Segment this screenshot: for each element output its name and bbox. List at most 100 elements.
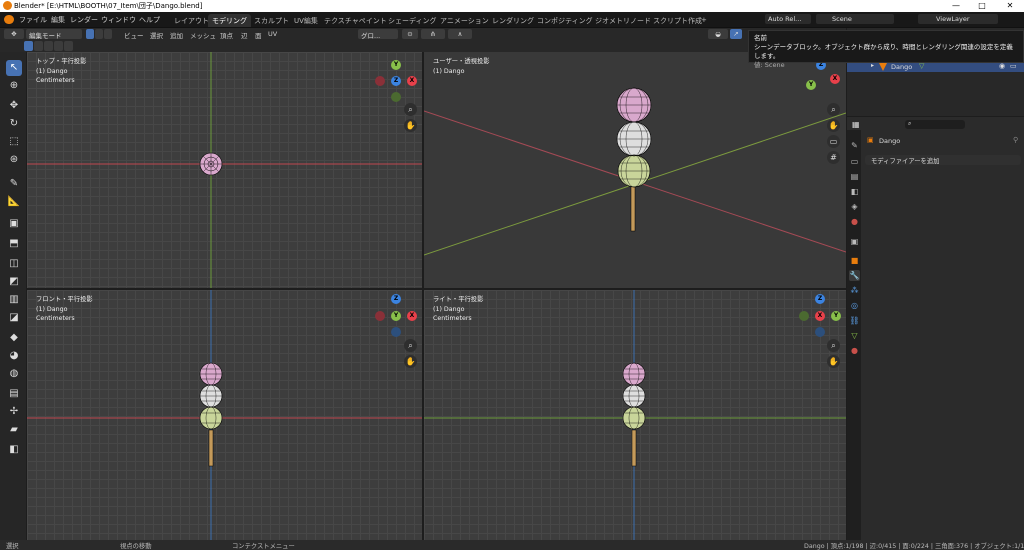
gizmo-neg-y[interactable] — [391, 92, 401, 102]
add-cube-tool-icon[interactable]: ▣ — [6, 216, 22, 232]
camera-icon[interactable]: ▭ — [827, 135, 840, 148]
world-tab-icon[interactable]: ● — [849, 216, 860, 227]
menu-file[interactable]: ファイル — [19, 15, 47, 25]
tab-compositing[interactable]: コンポジティング — [533, 14, 597, 27]
output-tab-icon[interactable]: ▤ — [849, 171, 860, 182]
pan-hand-icon[interactable]: ✋ — [404, 119, 417, 132]
gizmo-z-axis[interactable]: Z — [391, 294, 401, 304]
bevel-tool-icon[interactable]: ◩ — [6, 274, 22, 290]
tab-texture-paint[interactable]: テクスチャペイント — [320, 14, 391, 27]
pivot-icon[interactable]: ⊙ — [402, 29, 418, 39]
extrude-tool-icon[interactable]: ⬒ — [6, 236, 22, 252]
shrink-fatten-tool-icon[interactable]: ✢ — [6, 404, 22, 420]
gizmo-x-axis[interactable]: X — [815, 311, 825, 321]
collection-tab-icon[interactable]: ▣ — [849, 236, 860, 247]
select-menu[interactable]: 選択 — [150, 30, 163, 40]
menu-help[interactable]: ヘルプ — [139, 15, 160, 25]
menu-window[interactable]: ウィンドウ — [101, 15, 136, 25]
gizmo-neg-z[interactable] — [815, 327, 825, 337]
annotate-tool-icon[interactable]: ✎ — [6, 176, 22, 192]
proportional-edit-icon[interactable]: ∧ — [448, 29, 472, 39]
gizmo-y-axis[interactable]: Y — [391, 311, 401, 321]
tab-animation[interactable]: アニメーション — [436, 14, 493, 27]
rip-tool-icon[interactable]: ◧ — [6, 442, 22, 458]
material-tab-icon[interactable]: ● — [849, 345, 860, 356]
grid-icon[interactable]: # — [827, 151, 840, 164]
view-layer-tab-icon[interactable]: ◧ — [849, 186, 860, 197]
tool-tab-icon[interactable]: ✎ — [849, 140, 860, 151]
poly-build-tool-icon[interactable]: ◆ — [6, 330, 22, 346]
select-new-icon[interactable] — [24, 41, 33, 51]
view-layer-select[interactable]: ViewLayer — [918, 14, 998, 24]
pin-icon[interactable]: ⚲ — [1013, 136, 1018, 144]
gizmo-z-axis[interactable]: Z — [391, 76, 401, 86]
scene-tab-icon[interactable]: ◈ — [849, 201, 860, 212]
move-tool-icon[interactable]: ✥ — [6, 98, 22, 114]
zoom-icon[interactable]: ⌕ — [827, 339, 840, 352]
cursor-tool-icon[interactable]: ⊕ — [6, 78, 22, 94]
face-select-icon[interactable] — [104, 29, 112, 39]
particles-tab-icon[interactable]: ⁂ — [849, 285, 860, 296]
editor-type-icon[interactable]: ✥ — [4, 29, 24, 39]
measure-tool-icon[interactable]: 📐 — [6, 194, 22, 210]
face-menu[interactable]: 面 — [255, 30, 262, 40]
viewport-right[interactable]: ライト・平行投影 (1) Dango Centimeters Z X Y ⌕ ✋ — [424, 290, 846, 540]
pan-hand-icon[interactable]: ✋ — [404, 355, 417, 368]
select-box-tool-icon[interactable]: ↖ — [6, 60, 22, 76]
viewport-user[interactable]: ユーザー・透視投影 (1) Dango Z X Y ⌕ ✋ ▭ # — [424, 52, 846, 288]
tab-sculpt[interactable]: スカルプト — [250, 14, 293, 27]
close-button[interactable]: ✕ — [998, 0, 1022, 12]
edge-slide-tool-icon[interactable]: ▤ — [6, 386, 22, 402]
loop-cut-tool-icon[interactable]: ▥ — [6, 292, 22, 308]
pan-hand-icon[interactable]: ✋ — [827, 355, 840, 368]
zoom-icon[interactable]: ⌕ — [404, 339, 417, 352]
zoom-icon[interactable]: ⌕ — [404, 103, 417, 116]
tab-modeling[interactable]: モデリング — [208, 14, 251, 27]
scene-select[interactable]: Scene — [816, 14, 894, 24]
pan-hand-icon[interactable]: ✋ — [827, 119, 840, 132]
gizmo-y-axis[interactable]: Y — [831, 311, 841, 321]
blender-menu-icon[interactable] — [4, 15, 14, 24]
object-tab-icon[interactable]: ■ — [849, 255, 860, 266]
edge-select-icon[interactable] — [95, 29, 103, 39]
inset-tool-icon[interactable]: ◫ — [6, 256, 22, 272]
minimize-button[interactable]: — — [944, 0, 968, 12]
zoom-icon[interactable]: ⌕ — [827, 103, 840, 116]
nav-gizmo[interactable]: Z Y X — [374, 294, 418, 338]
transform-tool-icon[interactable]: ⊛ — [6, 152, 22, 168]
select-subtract-icon[interactable] — [44, 41, 53, 51]
dango-perspective-mesh[interactable] — [616, 87, 652, 232]
vertex-select-icon[interactable] — [86, 29, 94, 39]
tab-layout[interactable]: レイアウト — [170, 14, 213, 27]
nav-gizmo[interactable]: Z X Y — [798, 294, 842, 338]
constraints-tab-icon[interactable]: ⛓ — [849, 315, 860, 326]
maximize-button[interactable]: □ — [970, 0, 994, 12]
spin-tool-icon[interactable]: ◕ — [6, 348, 22, 364]
mesh-menu[interactable]: メッシュ — [190, 30, 216, 40]
visibility-icon[interactable]: ◒ — [708, 29, 728, 39]
physics-tab-icon[interactable]: ◎ — [849, 300, 860, 311]
edge-menu[interactable]: 辺 — [241, 30, 248, 40]
snap-icon[interactable]: ⋔ — [421, 29, 445, 39]
select-intersect-icon[interactable] — [64, 41, 73, 51]
add-modifier-dropdown[interactable]: モディファイアーを追加 — [865, 155, 1021, 165]
select-extend-icon[interactable] — [34, 41, 43, 51]
transform-orientation-select[interactable]: グロ... — [358, 29, 398, 40]
gizmo-y-axis[interactable]: Y — [806, 80, 816, 90]
rotate-tool-icon[interactable]: ↻ — [6, 116, 22, 132]
uv-menu[interactable]: UV — [268, 30, 277, 38]
view-menu[interactable]: ビュー — [124, 30, 144, 40]
editor-type-icon[interactable]: ▦ — [852, 120, 860, 129]
gizmo-x-axis[interactable]: X — [407, 311, 417, 321]
modifier-tab-icon[interactable]: 🔧 — [849, 270, 860, 281]
knife-tool-icon[interactable]: ◪ — [6, 310, 22, 326]
mode-select[interactable]: 編集モード — [26, 29, 82, 40]
render-engine-select[interactable]: Auto Rel... — [765, 14, 811, 24]
render-tab-icon[interactable]: ▭ — [849, 156, 860, 167]
dango-front-mesh[interactable] — [199, 362, 223, 467]
shear-tool-icon[interactable]: ▰ — [6, 422, 22, 438]
properties-search-input[interactable]: ⌕ — [905, 120, 965, 129]
add-workspace-button[interactable]: + — [697, 14, 711, 27]
vertex-menu[interactable]: 頂点 — [220, 30, 233, 40]
gizmo-neg-y[interactable] — [799, 311, 809, 321]
